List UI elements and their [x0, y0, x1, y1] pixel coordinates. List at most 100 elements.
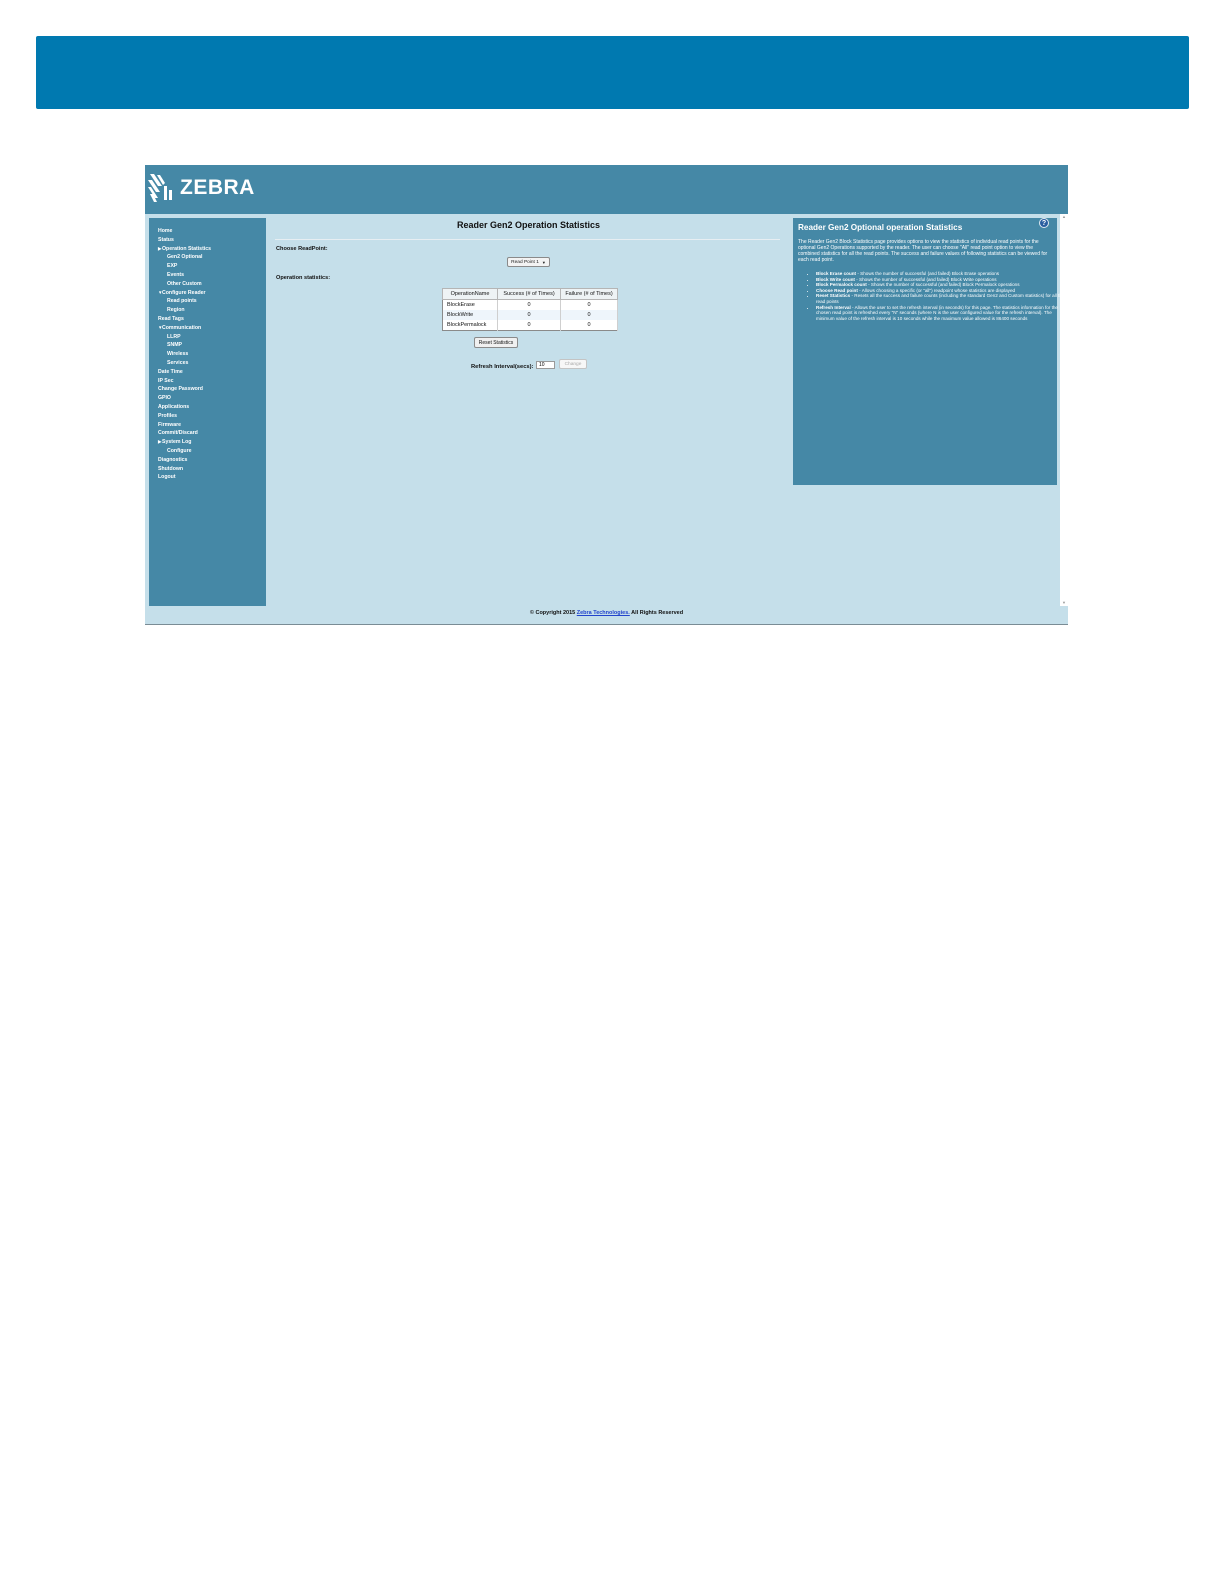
- sidebar-item-label: LLRP: [167, 333, 181, 340]
- sidebar-item-label: Read Tags: [158, 315, 184, 322]
- table-row: BlockPermalock 0 0: [442, 320, 618, 331]
- table-header-row: OperationName Success (# of Times) Failu…: [442, 288, 618, 300]
- help-description: - Allows choosing a specific (or "all") …: [857, 287, 1016, 293]
- sidebar-item-change-password[interactable]: Change Password: [149, 385, 266, 394]
- sidebar-item-label: Wireless: [167, 351, 189, 358]
- main-content: Reader Gen2 Operation Statistics Choose …: [271, 218, 786, 606]
- reader-web-console: ZEBRA Home Status ▶Operation Statistics Gen…: [145, 165, 1068, 625]
- zebra-technologies-link[interactable]: Zebra Technologies.: [577, 610, 630, 616]
- sidebar-item-gen2-optional[interactable]: Gen2 Optional: [149, 253, 266, 262]
- zebra-head-icon: [148, 174, 172, 202]
- sidebar-item-other-custom[interactable]: Other Custom: [149, 280, 266, 289]
- sidebar-item-snmp[interactable]: SNMP: [149, 341, 266, 350]
- sidebar-item-firmware[interactable]: Firmware: [149, 421, 266, 430]
- scroll-up-icon[interactable]: ▲: [1061, 214, 1067, 220]
- sidebar-item-label: Events: [167, 271, 185, 278]
- sidebar-item-label: Home: [158, 228, 173, 234]
- refresh-interval-label: Refresh Interval(secs):: [471, 364, 534, 370]
- success-count-cell: 0: [497, 320, 561, 331]
- sidebar-item-ip-sec[interactable]: IP Sec: [149, 377, 266, 386]
- sidebar-item-label: Profiles: [158, 412, 178, 419]
- help-term: Choose Read point: [816, 287, 858, 293]
- sidebar-item-status[interactable]: Status: [149, 236, 266, 245]
- sidebar-item-label: Commit/Discard: [158, 430, 198, 437]
- document-header-banner: [36, 36, 1189, 109]
- sidebar-item-shutdown[interactable]: Shutdown: [149, 465, 266, 474]
- failure-count-cell: 0: [560, 299, 618, 310]
- sidebar-item-logout[interactable]: Logout: [149, 473, 266, 482]
- scroll-down-icon[interactable]: ▼: [1061, 600, 1067, 606]
- sidebar-item-label: SNMP: [167, 342, 182, 349]
- sidebar-item-label: Status: [158, 236, 174, 243]
- help-list-item: Reset Statistics - Resets all the succes…: [816, 293, 1066, 304]
- sidebar-item-label: Change Password: [158, 386, 203, 393]
- sidebar-item-llrp[interactable]: LLRP: [149, 333, 266, 342]
- reset-statistics-button[interactable]: Reset Statistics: [474, 337, 518, 348]
- rights-text: All Rights Reserved: [629, 610, 684, 616]
- sidebar-navigation: Home Status ▶Operation Statistics Gen2 Opti…: [149, 218, 266, 606]
- failure-count-cell: 0: [560, 310, 618, 320]
- sidebar-item-exp[interactable]: EXP: [149, 262, 266, 271]
- table-row: BlockWrite 0 0: [442, 310, 618, 320]
- sidebar-item-label: Region: [167, 307, 185, 314]
- sidebar-item-label: Firmware: [158, 421, 182, 428]
- refresh-interval-input[interactable]: 10: [536, 361, 555, 369]
- help-title: Reader Gen2 Optional operation Statistic…: [798, 223, 963, 232]
- copyright-text: © Copyright 2015: [529, 610, 577, 616]
- sidebar-item-label: Date Time: [158, 368, 183, 375]
- sidebar-item-services[interactable]: Services: [149, 359, 266, 368]
- brand-name: ZEBRA: [180, 176, 255, 199]
- help-term: Block Permalock count: [816, 282, 867, 288]
- sidebar-item-system-log[interactable]: ▶System Log: [149, 438, 266, 447]
- help-description: - Resets all the success and failure cou…: [816, 293, 1065, 304]
- sidebar-item-diagnostics[interactable]: Diagnostics: [149, 456, 266, 465]
- sidebar-item-gpio[interactable]: GPIO: [149, 394, 266, 403]
- sidebar-item-label: Other Custom: [167, 280, 202, 287]
- success-count-cell: 0: [497, 299, 561, 310]
- sidebar-item-operation-statistics[interactable]: ▶Operation Statistics: [149, 245, 266, 254]
- operation-statistics-table: OperationName Success (# of Times) Failu…: [442, 288, 618, 331]
- readpoint-select-value: Read Point 1: [511, 259, 539, 265]
- footer: © Copyright 2015 Zebra Technologies. All…: [145, 610, 1068, 616]
- change-button[interactable]: Change: [559, 359, 587, 369]
- readpoint-select[interactable]: Read Point 1 ▼: [507, 257, 550, 267]
- sidebar-item-wireless[interactable]: Wireless: [149, 350, 266, 359]
- help-description: - Allows the user to set the refresh int…: [816, 304, 1058, 321]
- sidebar-item-label: Configure: [167, 447, 192, 454]
- help-description: - Shows the number of successful (and fa…: [856, 271, 1000, 276]
- top-bar: ZEBRA: [145, 165, 1068, 214]
- help-description: - Shows the number of successful (and fa…: [854, 276, 997, 282]
- help-term: Refresh Interval: [816, 304, 851, 310]
- sidebar-item-label: Read points: [167, 298, 197, 305]
- sidebar-item-read-tags[interactable]: Read Tags: [149, 315, 266, 324]
- choose-readpoint-label: Choose ReadPoint:: [276, 246, 328, 252]
- sidebar-item-configure[interactable]: Configure: [149, 447, 266, 456]
- sidebar-item-commit-discard[interactable]: Commit/Discard: [149, 429, 266, 438]
- sidebar-item-label: Communication: [162, 324, 202, 331]
- sidebar-item-profiles[interactable]: Profiles: [149, 412, 266, 421]
- sidebar-item-configure-reader[interactable]: ▼Configure Reader: [149, 289, 266, 298]
- help-list: Block Erase count - Shows the number of …: [798, 271, 1066, 321]
- help-panel: Reader Gen2 Optional operation Statistic…: [793, 218, 1064, 485]
- sidebar-item-label: GPIO: [158, 395, 171, 402]
- success-count-cell: 0: [497, 310, 561, 320]
- scrollbar[interactable]: ▲ ▼: [1060, 214, 1068, 606]
- sidebar-item-read-points[interactable]: Read points: [149, 297, 266, 306]
- sidebar-item-date-time[interactable]: Date Time: [149, 368, 266, 377]
- sidebar-item-region[interactable]: Region: [149, 306, 266, 315]
- sidebar-item-label: Applications: [158, 403, 190, 410]
- column-header-failure: Failure (# of Times): [560, 288, 618, 300]
- sidebar-item-label: Configure Reader: [162, 289, 206, 296]
- sidebar-item-label: System Log: [162, 439, 192, 446]
- help-icon[interactable]: ?: [1039, 218, 1049, 228]
- failure-count-cell: 0: [560, 320, 618, 331]
- help-list-item: Refresh Interval - Allows the user to se…: [816, 305, 1066, 322]
- sidebar-item-communication[interactable]: ▼Communication: [149, 324, 266, 333]
- sidebar-item-label: Shutdown: [158, 465, 184, 472]
- sidebar-item-events[interactable]: Events: [149, 271, 266, 280]
- operation-name-cell: BlockWrite: [442, 310, 498, 320]
- sidebar-item-applications[interactable]: Applications: [149, 403, 266, 412]
- sidebar-item-home[interactable]: Home: [149, 227, 266, 236]
- nav-list: Home Status ▶Operation Statistics Gen2 Opti…: [149, 218, 266, 482]
- column-header-operation: OperationName: [442, 288, 498, 300]
